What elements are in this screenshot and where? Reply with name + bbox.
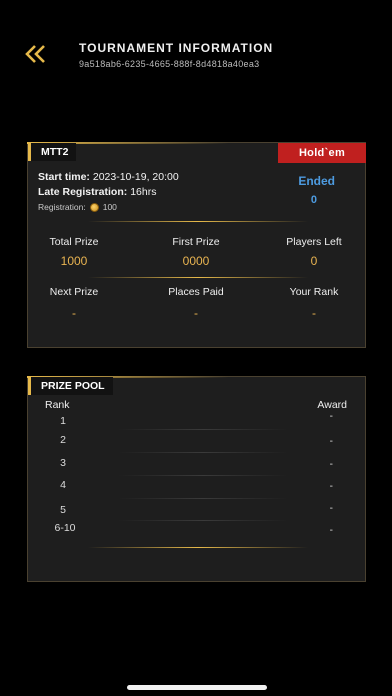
next-prize-value: - [72, 306, 76, 320]
your-rank-value: - [312, 306, 316, 320]
late-registration-value: 16hrs [130, 186, 157, 198]
tournament-status: Ended [298, 174, 335, 188]
prize-pool-card: PRIZE POOL Rank Award 1 - 2 - 3 - 4 - 5 … [27, 376, 366, 582]
prize-award: - [329, 436, 333, 447]
prize-rank: 5 [60, 504, 66, 516]
back-button[interactable] [22, 42, 50, 66]
total-prize-label: Total Prize [49, 236, 99, 248]
award-header: Award [317, 399, 347, 411]
prize-rank: 1 [60, 415, 66, 427]
tournament-name: MTT2 [28, 143, 77, 161]
coin-icon [89, 202, 99, 212]
registration-row: Registration: 100 [38, 202, 117, 212]
start-time-label: Start time: [38, 171, 90, 183]
status-count: 0 [310, 194, 317, 206]
rank-header: Rank [45, 399, 70, 411]
home-indicator[interactable] [127, 685, 267, 690]
divider [88, 277, 308, 278]
divider [88, 547, 308, 548]
first-prize-value: 0000 [182, 254, 210, 268]
start-time-row: Start time: 2023-10-19, 20:00 [38, 171, 179, 183]
prize-rank: 3 [60, 457, 66, 469]
divider [88, 221, 308, 222]
places-paid-value: - [194, 306, 198, 320]
tournament-id: 9a518ab6-6235-4665-888f-8d4818a40ea3 [79, 59, 260, 69]
late-registration-row: Late Registration: 16hrs [38, 186, 156, 198]
registration-fee: 100 [102, 202, 117, 212]
players-left-label: Players Left [286, 236, 342, 248]
start-time-value: 2023-10-19, 20:00 [92, 171, 179, 183]
prize-pool-title: PRIZE POOL [28, 377, 113, 395]
prize-award: - [329, 525, 333, 536]
registration-label: Registration: [38, 202, 86, 212]
prize-award: - [329, 459, 333, 470]
row-divider [118, 475, 288, 476]
row-divider [118, 452, 288, 453]
tournament-info-card: MTT2 Hold`em Start time: 2023-10-19, 20:… [27, 142, 366, 348]
players-left-value: 0 [310, 254, 318, 268]
total-prize-value: 1000 [60, 254, 88, 268]
game-type-badge: Hold`em [278, 143, 366, 163]
prize-award: - [329, 481, 333, 492]
prize-award: - [329, 503, 333, 514]
prize-rank: 2 [60, 434, 66, 446]
double-chevron-left-icon [25, 45, 45, 63]
your-rank-label: Your Rank [289, 286, 339, 298]
page-title: TOURNAMENT INFORMATION [79, 41, 274, 55]
row-divider [118, 498, 288, 499]
header: TOURNAMENT INFORMATION 9a518ab6-6235-466… [0, 0, 392, 80]
row-divider [118, 520, 288, 521]
prize-award: - [329, 411, 333, 422]
row-divider [118, 429, 288, 430]
first-prize-label: First Prize [172, 236, 220, 248]
next-prize-label: Next Prize [49, 286, 99, 298]
prize-rank: 4 [60, 479, 66, 491]
late-registration-label: Late Registration: [38, 186, 128, 198]
prize-rank: 6-10 [54, 522, 76, 534]
places-paid-label: Places Paid [168, 286, 224, 298]
